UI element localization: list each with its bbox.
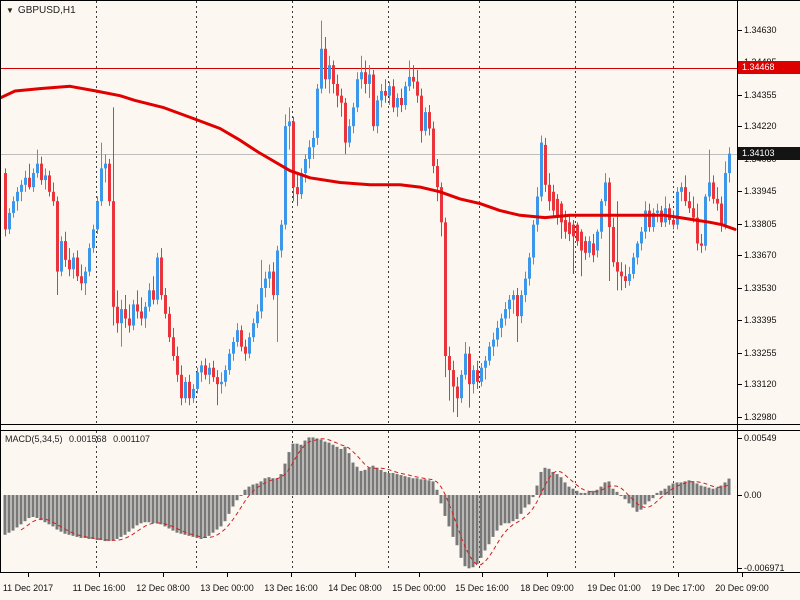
time-axis-label: 14 Dec 08:00: [328, 583, 382, 593]
time-axis-label: 15 Dec 16:00: [455, 583, 509, 593]
price-axis-label: 1.33670: [744, 250, 777, 261]
price-axis-label: 1.34355: [744, 89, 777, 100]
time-axis-label: 19 Dec 01:00: [587, 583, 641, 593]
time-axis-label: 13 Dec 00:00: [200, 583, 254, 593]
price-axis-label: 1.33395: [744, 314, 777, 325]
time-axis-label: 15 Dec 00:00: [392, 583, 446, 593]
time-axis-label: 12 Dec 08:00: [136, 583, 190, 593]
price-axis-label: 1.34630: [744, 25, 777, 35]
macd-signal-line: [20, 438, 730, 566]
symbol-timeframe-label: GBPUSD,H1: [17, 5, 76, 16]
price-axis-label: 1.33530: [744, 283, 777, 293]
price-axis-label: 1.33805: [744, 218, 777, 229]
time-axis-label: 18 Dec 09:00: [520, 583, 574, 593]
price-axis-label: 1.33120: [744, 379, 777, 390]
macd-indicator-name: MACD(5,34,5): [5, 434, 63, 444]
macd-histogram: [3, 437, 731, 569]
resistance-price-tag: 1.34468: [738, 61, 800, 74]
time-axis-label: 11 Dec 2017: [2, 583, 54, 593]
time-axis-label: 13 Dec 16:00: [264, 583, 318, 593]
chart-canvas[interactable]: [0, 0, 800, 600]
current-price-tag: 1.34103: [738, 147, 800, 160]
window-separator-handle[interactable]: [0, 425, 800, 430]
macd-signal-value: 0.001107: [113, 434, 150, 444]
symbol-timeframe-selector[interactable]: ▼ GBPUSD,H1: [6, 5, 76, 16]
time-axis-label: 20 Dec 09:00: [715, 583, 769, 593]
time-axis-label: 11 Dec 16:00: [72, 583, 126, 593]
macd-indicator-label: MACD(5,34,5) 0.001568 0.001107: [5, 434, 154, 444]
macd-main-value: 0.001568: [69, 434, 107, 444]
macd-axis-label: -0.006971: [744, 562, 785, 573]
chevron-down-icon[interactable]: ▼: [6, 6, 14, 16]
price-axis-label: 1.34220: [744, 121, 777, 132]
candlesticks-layer: [4, 20, 731, 417]
moving-average-line: [0, 84, 737, 231]
chart-window: ▼ GBPUSD,H1 MACD(5,34,5) 0.001568 0.0011…: [0, 0, 800, 600]
price-axis-label: 1.33255: [744, 347, 777, 358]
price-axis-label: 1.32980: [744, 412, 777, 422]
macd-axis-label: 0.00: [744, 490, 762, 500]
time-axis-label: 19 Dec 17:00: [651, 583, 705, 593]
macd-axis-label: 0.00549: [744, 432, 777, 443]
price-axis-label: 1.33945: [744, 185, 777, 196]
